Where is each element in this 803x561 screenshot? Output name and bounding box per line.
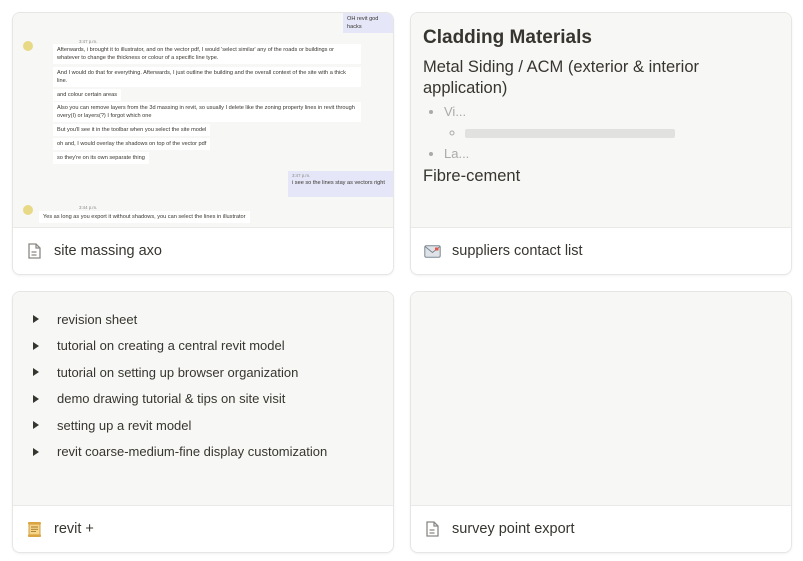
- gallery-card-revit-plus[interactable]: revision sheet tutorial on creating a ce…: [12, 291, 394, 553]
- gallery-card-site-massing-axo[interactable]: OH revit god hacks 3:47 p.m. Afterwards,…: [12, 12, 394, 275]
- card-footer: site massing axo: [13, 227, 393, 274]
- document-preview: Cladding Materials Metal Siding / ACM (e…: [423, 27, 781, 186]
- toggle-label: revision sheet: [57, 311, 138, 327]
- list-item-label: La...: [444, 146, 470, 162]
- toggle-label: setting up a revit model: [57, 417, 192, 433]
- toggle-label: revit coarse-medium-fine display customi…: [57, 444, 328, 460]
- toggle-item: revision sheet: [31, 306, 383, 333]
- gallery-card-survey-point-export[interactable]: survey point export: [410, 291, 792, 553]
- chat-message: OH revit god hacks: [343, 13, 393, 34]
- chat-message: so they're on its own separate thing: [53, 152, 149, 165]
- envelope-icon: [423, 242, 441, 260]
- toggle-triangle-icon: [33, 394, 39, 403]
- chat-message: Also you can remove layers from the 3d m…: [53, 102, 361, 123]
- card-preview: OH revit god hacks 3:47 p.m. Afterwards,…: [13, 13, 393, 227]
- card-preview: revision sheet tutorial on creating a ce…: [13, 292, 393, 505]
- toggle-item: revit coarse-medium-fine display customi…: [31, 439, 383, 466]
- toggle-label: demo drawing tutorial & tips on site vis…: [57, 391, 286, 407]
- avatar: [23, 41, 33, 51]
- bullet-list: Vi... La...: [423, 104, 781, 161]
- toggle-triangle-icon: [33, 368, 39, 377]
- toggle-item: setting up a revit model: [31, 412, 383, 439]
- chat-message: And I would do that for everything. Afte…: [53, 67, 361, 88]
- toggle-label: tutorial on setting up browser organizat…: [57, 364, 299, 380]
- card-footer: revit +: [13, 505, 393, 552]
- reply-text: i see so the lines stay as vectors right: [292, 180, 385, 187]
- list-item-label: Vi...: [444, 104, 467, 120]
- toggle-item: tutorial on setting up browser organizat…: [31, 359, 383, 386]
- toggle-item: demo drawing tutorial & tips on site vis…: [31, 386, 383, 413]
- card-footer: suppliers contact list: [411, 227, 791, 274]
- avatar: [23, 205, 33, 215]
- toggle-triangle-icon: [33, 421, 39, 430]
- card-preview: Cladding Materials Metal Siding / ACM (e…: [411, 13, 791, 227]
- toggle-list: revision sheet tutorial on creating a ce…: [31, 306, 383, 465]
- card-title: revit +: [54, 521, 94, 537]
- toggle-label: tutorial on creating a central revit mod…: [57, 338, 285, 354]
- gallery-card-suppliers-contact-list[interactable]: Cladding Materials Metal Siding / ACM (e…: [410, 12, 792, 275]
- toggle-triangle-icon: [33, 315, 39, 324]
- list-item-redacted: [465, 125, 781, 140]
- chat-message: Yes as long as you export it without sha…: [39, 211, 250, 224]
- redacted-text: [465, 129, 675, 139]
- chat-message: and colour certain areas: [53, 89, 122, 102]
- card-footer: survey point export: [411, 505, 791, 552]
- list-item: La...: [444, 146, 781, 161]
- chat-message-reply: 3:47 p.m. i see so the lines stay as vec…: [288, 171, 393, 197]
- chat-message: Afterwards, i brought it to illustrator,…: [53, 44, 361, 65]
- timestamp: 3:44 p.m.: [79, 205, 98, 210]
- doc-section-heading: Fibre-cement: [423, 167, 521, 186]
- card-title: survey point export: [452, 521, 575, 537]
- scroll-icon: [25, 520, 43, 538]
- page-icon: [423, 520, 441, 538]
- chat-message: But you'll see it in the toolbar when yo…: [53, 124, 211, 137]
- list-item: Vi...: [444, 104, 781, 140]
- card-title: site massing axo: [54, 243, 162, 259]
- toggle-item: tutorial on creating a central revit mod…: [31, 333, 383, 360]
- card-preview-empty: [411, 292, 791, 505]
- card-title: suppliers contact list: [452, 243, 583, 259]
- chat-screenshot-preview: OH revit god hacks 3:47 p.m. Afterwards,…: [13, 13, 393, 227]
- doc-subheading: Metal Siding / ACM (exterior & interior …: [423, 58, 700, 97]
- nested-list: [444, 125, 781, 140]
- chat-message: oh and, I would overlay the shadows on t…: [53, 138, 211, 151]
- toggle-triangle-icon: [33, 341, 39, 350]
- page-icon: [25, 242, 43, 260]
- toggle-triangle-icon: [33, 447, 39, 456]
- doc-heading: Cladding Materials: [423, 27, 592, 48]
